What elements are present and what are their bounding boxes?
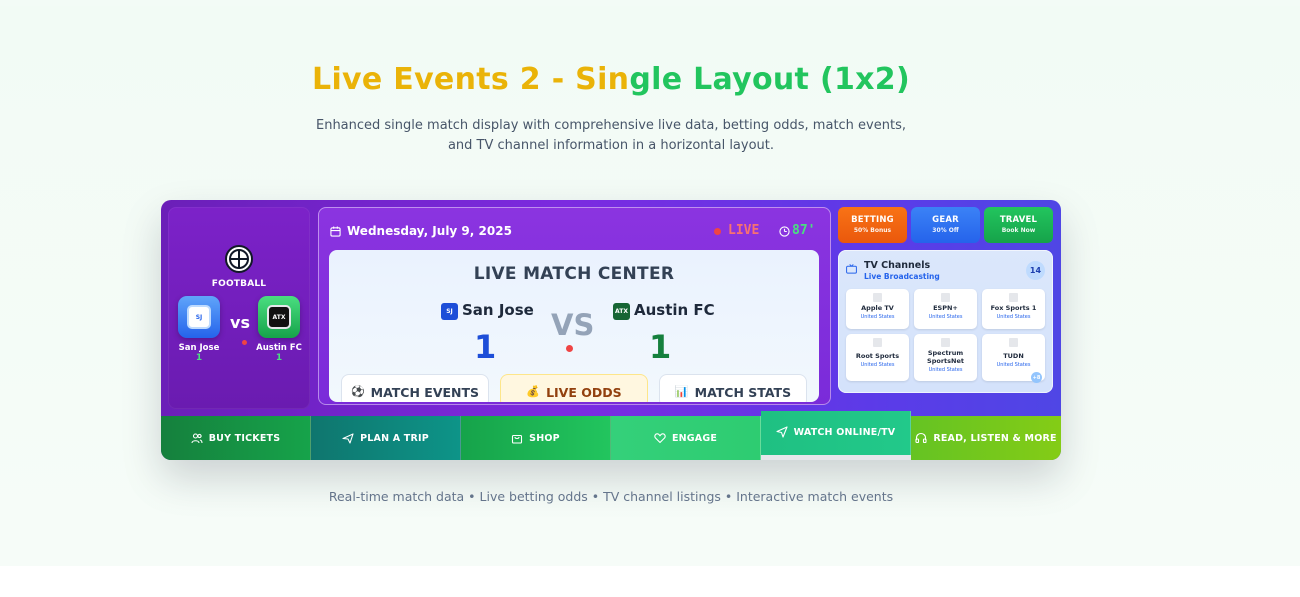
money-bag-icon: 💰 — [526, 385, 541, 398]
bar-chart-icon: 📊 — [674, 385, 689, 398]
away-team-score: 1 — [649, 328, 672, 366]
clock-icon — [779, 226, 790, 237]
nav-watch-online-tv[interactable]: WATCH ONLINE/TV — [761, 411, 911, 455]
nav-plan-a-trip[interactable]: PLAN A TRIP — [311, 416, 461, 460]
live-indicator-dot — [242, 340, 247, 345]
live-match-center: LIVE MATCH CENTER SJ San Jose ATX Austin… — [329, 250, 819, 402]
home-team-name-small: San Jose — [178, 343, 220, 353]
home-team-logo: SJ — [178, 296, 220, 338]
channel-logo — [873, 338, 882, 347]
shopping-bag-icon — [512, 434, 523, 444]
channel-card[interactable]: Spectrum SportsNet United States — [914, 334, 977, 381]
active-tab-indicator — [761, 455, 911, 460]
soccer-ball-icon: ⚽ — [350, 385, 365, 398]
away-team-name: Austin FC — [634, 301, 715, 319]
live-event-widget: FOOTBALL SJ vs ATX San Jose 1 Austin FC … — [161, 200, 1061, 460]
tab-match-stats[interactable]: 📊 MATCH STATS — [659, 374, 807, 402]
tv-channels-panel: TV Channels Live Broadcasting 14 Apple T… — [838, 250, 1053, 393]
channel-card[interactable]: Apple TV United States — [846, 289, 909, 329]
headphones-icon — [915, 432, 927, 444]
live-dot — [714, 228, 721, 235]
channel-count-badge: 14 — [1026, 261, 1045, 280]
tab-label: MATCH EVENTS — [370, 385, 480, 400]
vs-label-small: vs — [230, 313, 250, 332]
tv-channels-title: TV Channels — [864, 260, 931, 271]
football-icon — [225, 245, 253, 273]
vs-label-big: VS — [551, 308, 595, 342]
page-title: Live Events 2 - Single Layout (1x2) — [312, 62, 910, 97]
tab-label: LIVE ODDS — [546, 385, 622, 400]
home-team-badge: SJ — [441, 303, 458, 320]
match-date: Wednesday, July 9, 2025 — [347, 224, 512, 238]
channel-logo — [1009, 293, 1018, 302]
travel-promo-button[interactable]: TRAVEL Book Now — [984, 207, 1053, 243]
channel-card[interactable]: ESPN+ United States — [914, 289, 977, 329]
tab-match-events[interactable]: ⚽ MATCH EVENTS — [341, 374, 489, 402]
nav-shop[interactable]: SHOP — [461, 416, 611, 460]
nav-engage[interactable]: ENGAGE — [611, 416, 761, 460]
channel-card[interactable]: Fox Sports 1 United States — [982, 289, 1045, 329]
calendar-icon — [330, 226, 341, 237]
home-team-score-small: 1 — [195, 353, 203, 363]
tab-live-odds[interactable]: 💰 LIVE ODDS — [500, 374, 648, 402]
heart-icon — [654, 433, 666, 444]
live-dot-center — [566, 345, 573, 352]
live-status: LIVE — [728, 223, 760, 238]
home-team-name: San Jose — [462, 301, 534, 319]
channel-logo — [941, 338, 950, 347]
away-team-badge: ATX — [613, 303, 630, 320]
tv-channels-subtitle: Live Broadcasting — [864, 272, 940, 281]
away-team-logo: ATX — [258, 296, 300, 338]
users-icon — [191, 433, 203, 444]
away-team-score-small: 1 — [275, 353, 283, 363]
channel-logo — [941, 293, 950, 302]
away-team-name-small: Austin FC — [256, 343, 302, 353]
tv-icon — [846, 264, 857, 274]
betting-promo-button[interactable]: BETTING 50% Bonus — [838, 207, 907, 243]
match-center-panel: Wednesday, July 9, 2025 LIVE 87' LIVE MA… — [318, 207, 831, 405]
send-icon — [776, 426, 788, 438]
channel-logo — [1009, 338, 1018, 347]
footer-note: Real-time match data • Live betting odds… — [328, 489, 894, 504]
plane-icon — [342, 433, 354, 444]
more-channels-badge[interactable]: +8 — [1031, 372, 1042, 383]
match-minute: 87' — [792, 223, 816, 238]
page-subtitle: Enhanced single match display with compr… — [315, 118, 906, 153]
sport-label: FOOTBALL — [211, 279, 267, 289]
home-team-score: 1 — [474, 328, 497, 366]
tab-label: MATCH STATS — [694, 385, 792, 400]
match-center-title: LIVE MATCH CENTER — [473, 264, 675, 284]
bottom-strip — [0, 566, 1300, 597]
channel-logo — [873, 293, 882, 302]
nav-buy-tickets[interactable]: BUY TICKETS — [161, 416, 311, 460]
sport-summary-panel[interactable]: FOOTBALL SJ vs ATX San Jose 1 Austin FC … — [168, 207, 310, 409]
gear-promo-button[interactable]: GEAR 30% Off — [911, 207, 980, 243]
channel-card[interactable]: Root Sports United States — [846, 334, 909, 381]
nav-read-listen-more[interactable]: READ, LISTEN & MORE — [911, 416, 1061, 460]
